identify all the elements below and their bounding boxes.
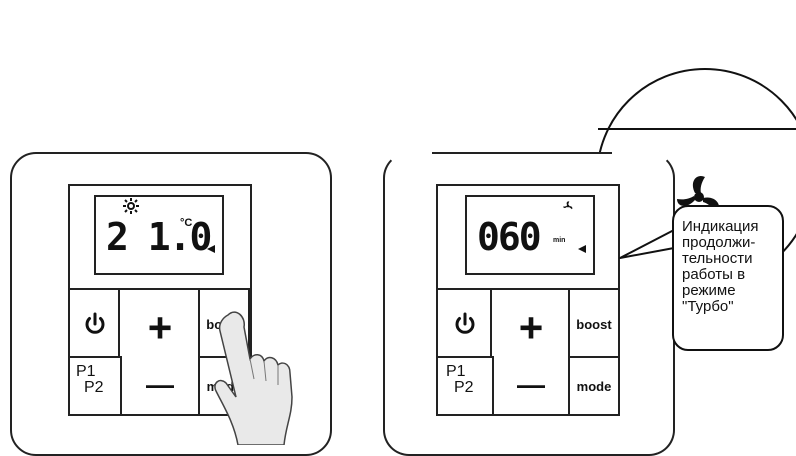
fan-small-icon [563,201,573,210]
right-p2-label: P2 [454,379,474,396]
right-frame-top-edge [432,152,612,154]
right-p1-p2-button[interactable]: P1 P2 [436,356,494,416]
left-p1-label: P1 [76,363,96,380]
left-power-button[interactable] [68,288,122,360]
right-p1-label: P1 [446,363,466,380]
bubble-divider [598,128,796,130]
right-lcd-display: 060 min [465,195,595,275]
power-icon [85,312,105,334]
right-plus-minus-group: + — [490,288,572,416]
right-duration-unit: min [553,237,566,244]
right-power-button[interactable] [436,288,494,360]
left-p2-label: P2 [84,379,104,396]
left-indicator-arrow-icon [207,245,215,253]
left-plus-button[interactable]: + [148,304,173,352]
callout-box: Индикация продолжи- тельности работы в р… [672,205,784,351]
right-boost-button[interactable]: boost [568,288,620,360]
power-icon [455,312,475,334]
right-duration-value: 060 [477,215,542,259]
pointing-hand-icon [214,311,293,445]
left-lcd-display: 2 1.0 °C [94,195,224,275]
left-minus-button[interactable]: — [146,369,174,401]
sun-icon [123,198,139,214]
left-temperature-value: 2 1.0 [106,215,212,259]
left-p1-p2-button[interactable]: P1 P2 [68,356,122,416]
left-plus-minus-group: + — [118,288,202,416]
right-plus-button[interactable]: + [519,304,544,352]
right-indicator-arrow-icon [578,245,586,253]
right-mode-button[interactable]: mode [568,356,620,416]
left-temperature-unit: °C [180,217,193,229]
callout-text: Индикация продолжи- тельности работы в р… [682,218,759,315]
right-minus-button[interactable]: — [517,369,545,401]
callout-pointer [619,229,675,259]
